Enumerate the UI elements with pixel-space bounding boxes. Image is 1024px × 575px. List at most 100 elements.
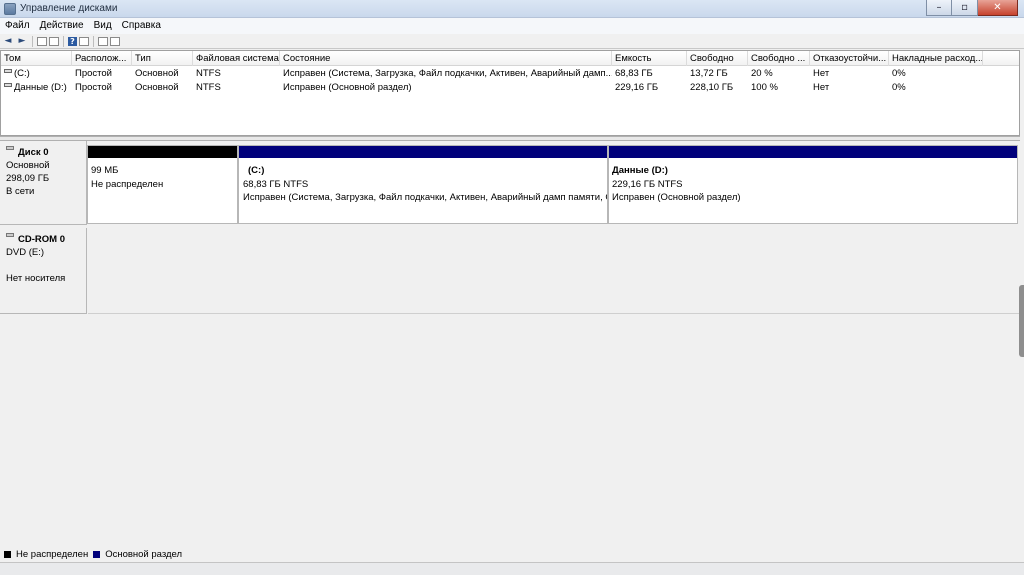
rescan-disks-icon[interactable] (98, 36, 108, 46)
cdrom-0-row: CD-ROM 0 DVD (E:) Нет носителя (0, 228, 1020, 314)
column-header-capacity[interactable]: Емкость (612, 51, 687, 66)
settings-icon[interactable] (110, 36, 120, 46)
type-cell: Основной (135, 68, 179, 79)
free-space-cell: 228,10 ГБ (690, 82, 734, 93)
disk-0-name-line: Диск 0 (6, 146, 86, 159)
column-header-overhead[interactable]: Накладные расход... (889, 51, 983, 66)
partition-body: Данные (D:) 229,16 ГБ NTFS Исправен (Осн… (609, 160, 1017, 205)
fault-tolerance-cell: Нет (813, 68, 830, 79)
window-title: Управление дисками (20, 3, 118, 14)
column-header-free-space[interactable]: Свободно (687, 51, 748, 66)
percent-free-cell: 20 % (751, 68, 773, 79)
partition-state: Исправен (Система, Загрузка, Файл подкач… (243, 192, 607, 203)
capacity-cell: 229,16 ГБ (615, 82, 659, 93)
partition-d[interactable]: Данные (D:) 229,16 ГБ NTFS Исправен (Осн… (608, 145, 1018, 224)
show-hide-console-tree-icon[interactable] (37, 36, 47, 46)
minimize-button[interactable]: – (926, 0, 952, 16)
cdrom-0-label[interactable]: CD-ROM 0 DVD (E:) Нет носителя (0, 228, 87, 314)
partition-state: Не распределен (91, 178, 164, 190)
volume-cell: Данные (D:) (1, 81, 72, 95)
type-cell: Основной (135, 82, 179, 93)
partition-color-bar (609, 146, 1017, 158)
view-icon[interactable] (79, 36, 89, 46)
overhead-cell: 0% (892, 82, 906, 93)
disk-graphical-view: Диск 0 Основной 298,09 ГБ В сети 99 МБ Н… (0, 141, 1020, 546)
fault-tolerance-cell: Нет (813, 82, 830, 93)
column-header-file-system[interactable]: Файловая система (193, 51, 280, 66)
volume-icon (4, 83, 12, 87)
window-controls: – ▫ ✕ (926, 0, 1018, 16)
column-header-type[interactable]: Тип (132, 51, 193, 66)
volume-list-header: Том Располож... Тип Файловая система Сос… (1, 51, 1019, 66)
partition-size: 229,16 ГБ NTFS (612, 178, 683, 190)
menu-view[interactable]: Вид (89, 18, 117, 34)
layout-cell: Простой (75, 82, 112, 93)
disk-0-label[interactable]: Диск 0 Основной 298,09 ГБ В сети (0, 141, 87, 225)
table-row[interactable]: (C:) Простой Основной NTFS Исправен (Сис… (1, 67, 1019, 81)
legend-swatch-unallocated (4, 550, 11, 558)
disk-icon (6, 146, 14, 150)
partition-body: (C:) 68,83 ГБ NTFS Исправен (Система, За… (239, 160, 607, 205)
table-row[interactable]: Данные (D:) Простой Основной NTFS Исправ… (1, 81, 1019, 95)
file-system-cell: NTFS (196, 68, 221, 79)
column-header-volume[interactable]: Том (1, 51, 72, 66)
percent-free-cell: 100 % (751, 82, 778, 93)
side-scroll-tab[interactable] (1019, 285, 1024, 357)
column-header-layout[interactable]: Располож... (72, 51, 132, 66)
menu-bar: Файл Действие Вид Справка (0, 18, 1024, 34)
maximize-button[interactable]: ▫ (952, 0, 978, 16)
disk-status: Нет носителя (6, 273, 66, 284)
partition-body: 99 МБ Не распределен (88, 160, 237, 191)
legend-swatch-primary (93, 550, 101, 558)
disk-size: 298,09 ГБ (6, 173, 50, 184)
status-bar (0, 562, 1024, 575)
partition-title: Данные (D:) (612, 165, 668, 176)
volume-list[interactable]: Том Располож... Тип Файловая система Сос… (0, 50, 1020, 136)
disk-type: DVD (E:) (6, 247, 44, 258)
partition-c[interactable]: (C:) 68,83 ГБ NTFS Исправен (Система, За… (238, 145, 608, 224)
file-system-cell: NTFS (196, 82, 221, 93)
menu-help[interactable]: Справка (117, 18, 166, 34)
title-bar: Управление дисками – ▫ ✕ (0, 0, 1024, 18)
column-header-percent-free[interactable]: Свободно ... (748, 51, 810, 66)
help-icon[interactable]: ? (68, 36, 77, 46)
partition-color-bar (239, 146, 607, 158)
layout-cell: Простой (75, 68, 112, 79)
partition-size: 68,83 ГБ NTFS (243, 178, 309, 190)
properties-icon[interactable] (49, 36, 59, 46)
partition-title: (C:) (248, 165, 265, 176)
partition-unallocated[interactable]: 99 МБ Не распределен (87, 145, 238, 224)
volume-name: Данные (D:) (14, 82, 67, 93)
disk-management-app-icon (4, 3, 16, 15)
status-cell: Исправен (Система, Загрузка, Файл подкач… (283, 68, 612, 79)
toolbar-separator (32, 35, 33, 47)
close-button[interactable]: ✕ (978, 0, 1018, 16)
menu-action[interactable]: Действие (35, 18, 89, 34)
partition-color-bar (88, 146, 237, 158)
menu-file[interactable]: Файл (0, 18, 35, 34)
legend-label-unallocated: Не распределен (16, 548, 89, 560)
disk-type: Основной (6, 160, 50, 171)
disk-status: В сети (6, 186, 35, 197)
toolbar-separator (63, 35, 64, 47)
capacity-cell: 68,83 ГБ (615, 68, 653, 79)
disk-name: CD-ROM 0 (18, 234, 65, 245)
volume-name: (C:) (14, 68, 30, 79)
back-arrow-icon[interactable]: ◄ (2, 36, 14, 47)
forward-arrow-icon[interactable]: ► (16, 36, 28, 47)
disk-size (6, 259, 86, 272)
volume-cell: (C:) (1, 67, 72, 81)
cdrom-empty-area (88, 228, 1020, 314)
cd-drive-icon (6, 233, 14, 237)
partition-state: Исправен (Основной раздел) (612, 192, 741, 203)
legend: Не распределен Основной раздел (0, 546, 1024, 562)
column-header-status[interactable]: Состояние (280, 51, 612, 66)
toolbar-separator (93, 35, 94, 47)
volume-icon (4, 69, 12, 73)
free-space-cell: 13,72 ГБ (690, 68, 728, 79)
partition-size: 99 МБ (91, 165, 119, 176)
cdrom-0-name-line: CD-ROM 0 (6, 233, 86, 246)
column-header-fault-tolerance[interactable]: Отказоустойчи... (810, 51, 889, 66)
legend-label-primary: Основной раздел (105, 548, 183, 560)
status-cell: Исправен (Основной раздел) (283, 82, 412, 93)
